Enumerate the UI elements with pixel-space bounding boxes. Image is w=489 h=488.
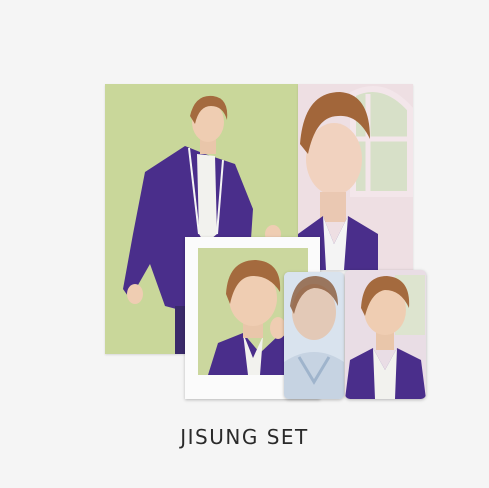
photocard-b <box>345 270 426 399</box>
product-title: JISUNG SET <box>180 425 309 449</box>
product-image: JISUNG SET <box>0 0 489 488</box>
photocard-a <box>284 272 344 399</box>
